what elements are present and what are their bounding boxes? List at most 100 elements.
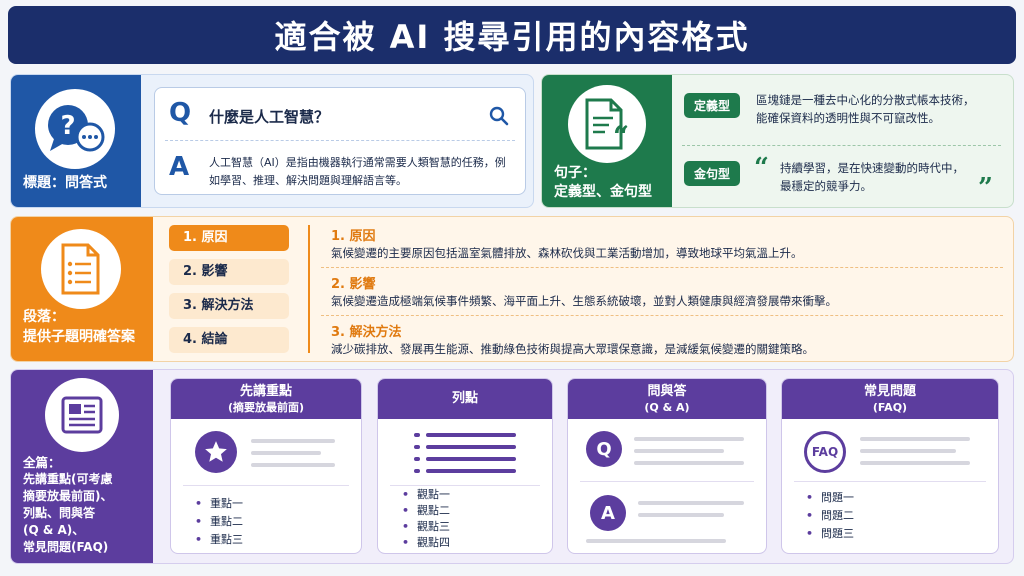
svg-text:“: “ [613,120,629,152]
star-icon [195,431,237,473]
section-heading-2: 2. 影響 [331,277,376,292]
placeholder-line [638,501,744,505]
q-bubble-icon: Q [586,431,622,467]
qa-side: ? 標題：問答式 [11,75,141,207]
sentence-panel: “ 句子： 定義型、金句型 定義型 區塊鏈是一種去中心化的分散式帳本技術， 能確… [541,74,1014,208]
search-icon [489,106,509,126]
section-heading-1: 1. 原因 [331,229,376,244]
newspaper-icon [45,378,119,452]
card-bullet-points: 列點 觀點一 觀點二 觀點三 觀點四 [377,378,553,554]
article-label-5: (Q & A)、 [23,523,85,537]
article-label-6: 常見問題(FAQ) [23,540,109,554]
list-item: 重點三 [195,531,243,549]
q-letter: Q [169,98,192,128]
qa-example: Q 什麼是人工智慧？ A 人工智慧（AI）是指由機器執行通常需要人類智慧的任務，… [154,87,526,195]
card-title: 常見問題 [863,383,916,399]
definition-line-1: 區塊鏈是一種去中心化的分散式帳本技術， [756,93,975,107]
placeholder-line [251,439,335,443]
faq-list: 問題一 問題二 問題三 [806,489,854,543]
card-header: 列點 [378,379,552,419]
section-timeline [308,225,310,353]
list-item: 觀點一 [402,487,450,503]
card-header: 問與答 (Q & A) [568,379,766,419]
section-divider [321,315,1003,316]
page-title: 適合被 AI 搜尋引用的內容格式 [274,18,750,56]
card-subtitle: (FAQ) [872,400,908,414]
a-bubble-icon: A [590,495,626,531]
card-title: 問與答 [647,383,687,399]
open-quote-icon: “ [754,153,769,183]
sentence-divider [682,145,1001,146]
article-label-2: 先講重點(可考慮 [23,472,113,486]
card-divider [580,481,754,482]
placeholder-line [586,539,726,543]
article-side: 全篇： 先講重點(可考慮 摘要放最前面)、 列點、問與答 (Q & A)、 常見… [11,370,153,563]
placeholder-line [860,449,956,453]
list-item: 重點一 [195,495,243,513]
card-subtitle: (Q & A) [644,400,690,414]
close-quote-icon: ” [978,173,993,203]
bullet-points-list: 觀點一 觀點二 觀點三 觀點四 [402,487,450,551]
card-title: 列點 [451,391,478,406]
article-label-3: 摘要放最前面)、 [23,489,113,503]
quote-line-1: 持續學習，是在快速變動的時代中， [780,161,964,175]
document-quote-icon: “ [568,85,646,163]
nav-item-solution[interactable]: 3. 解決方法 [169,293,289,319]
nav-item-conclusion[interactable]: 4. 結論 [169,327,289,353]
placeholder-line [638,513,724,517]
card-faq: 常見問題 (FAQ) FAQ 問題一 問題二 問題三 [781,378,999,554]
article-label-4: 列點、問與答 [23,506,96,520]
key-points-list: 重點一 重點二 重點三 [195,495,243,549]
placeholder-line [251,451,321,455]
section-divider [321,267,1003,268]
section-body-3: 減少碳排放、發展再生能源、推動綠色技術與提高大眾環保意識，是減緩氣候變遷的關鍵策… [331,342,814,356]
answer-text: 人工智慧（AI）是指由機器執行通常需要人類智慧的任務，例如學習、推理、解決問題與… [209,156,506,187]
paragraph-label-2: 提供子題明確答案 [23,329,135,345]
sentence-side: “ 句子： 定義型、金句型 [542,75,672,207]
placeholder-line [251,463,335,467]
nav-item-cause[interactable]: 1. 原因 [169,225,289,251]
paragraph-side: 段落： 提供子題明確答案 [11,217,153,361]
list-document-icon [41,229,121,309]
placeholder-line [634,437,744,441]
list-item: 問題二 [806,507,854,525]
definition-tag: 定義型 [684,93,741,118]
list-item: 重點二 [195,513,243,531]
qa-divider [165,140,515,141]
list-item: 問題一 [806,489,854,507]
placeholder-line [860,461,970,465]
definition-line-2: 能確保資料的透明性與不可竄改性。 [756,111,940,125]
quote-tag: 金句型 [684,161,741,186]
card-title: 先講重點 [239,383,292,399]
svg-text:?: ? [60,111,75,141]
card-subtitle: (摘要放最前面) [227,400,305,414]
list-item: 觀點二 [402,503,450,519]
faq-icon: FAQ [804,431,846,473]
sentence-label-2: 定義型、金句型 [554,184,652,200]
card-qa: 問與答 (Q & A) Q A [567,378,767,554]
section-heading-3: 3. 解決方法 [331,325,402,340]
card-header: 常見問題 (FAQ) [782,379,998,419]
section-body-2: 氣候變遷造成極端氣候事件頻繁、海平面上升、生態系統破壞，並對人類健康與經濟發展帶… [331,294,837,308]
qa-panel: ? 標題：問答式 Q 什麼是人工智慧？ A 人工智慧（AI）是指由機器執行通常需… [10,74,534,208]
card-key-points: 先講重點 (摘要放最前面) 重點一 重點二 重點三 [170,378,362,554]
placeholder-line [860,437,970,441]
card-divider [390,485,540,486]
card-header: 先講重點 (摘要放最前面) [171,379,361,419]
paragraph-panel: 段落： 提供子題明確答案 1. 原因 2. 影響 3. 解決方法 4. 結論 1… [10,216,1014,362]
list-item: 問題三 [806,525,854,543]
placeholder-line [634,461,744,465]
question-text: 什麼是人工智慧？ [209,108,330,126]
quote-line-2: 最穩定的競爭力。 [780,179,872,193]
question-chat-icon: ? [35,89,115,169]
card-divider [183,485,349,486]
qa-label: 標題：問答式 [23,175,107,191]
list-item: 觀點三 [402,519,450,535]
nav-item-impact[interactable]: 2. 影響 [169,259,289,285]
list-item: 觀點四 [402,535,450,551]
section-body-1: 氣候變遷的主要原因包括溫室氣體排放、森林砍伐與工業活動增加，導致地球平均氣溫上升… [331,246,803,260]
article-label-1: 全篇： [23,455,61,470]
paragraph-label-1: 段落： [23,309,65,325]
placeholder-line [634,449,724,453]
sentence-label-1: 句子： [554,165,596,181]
